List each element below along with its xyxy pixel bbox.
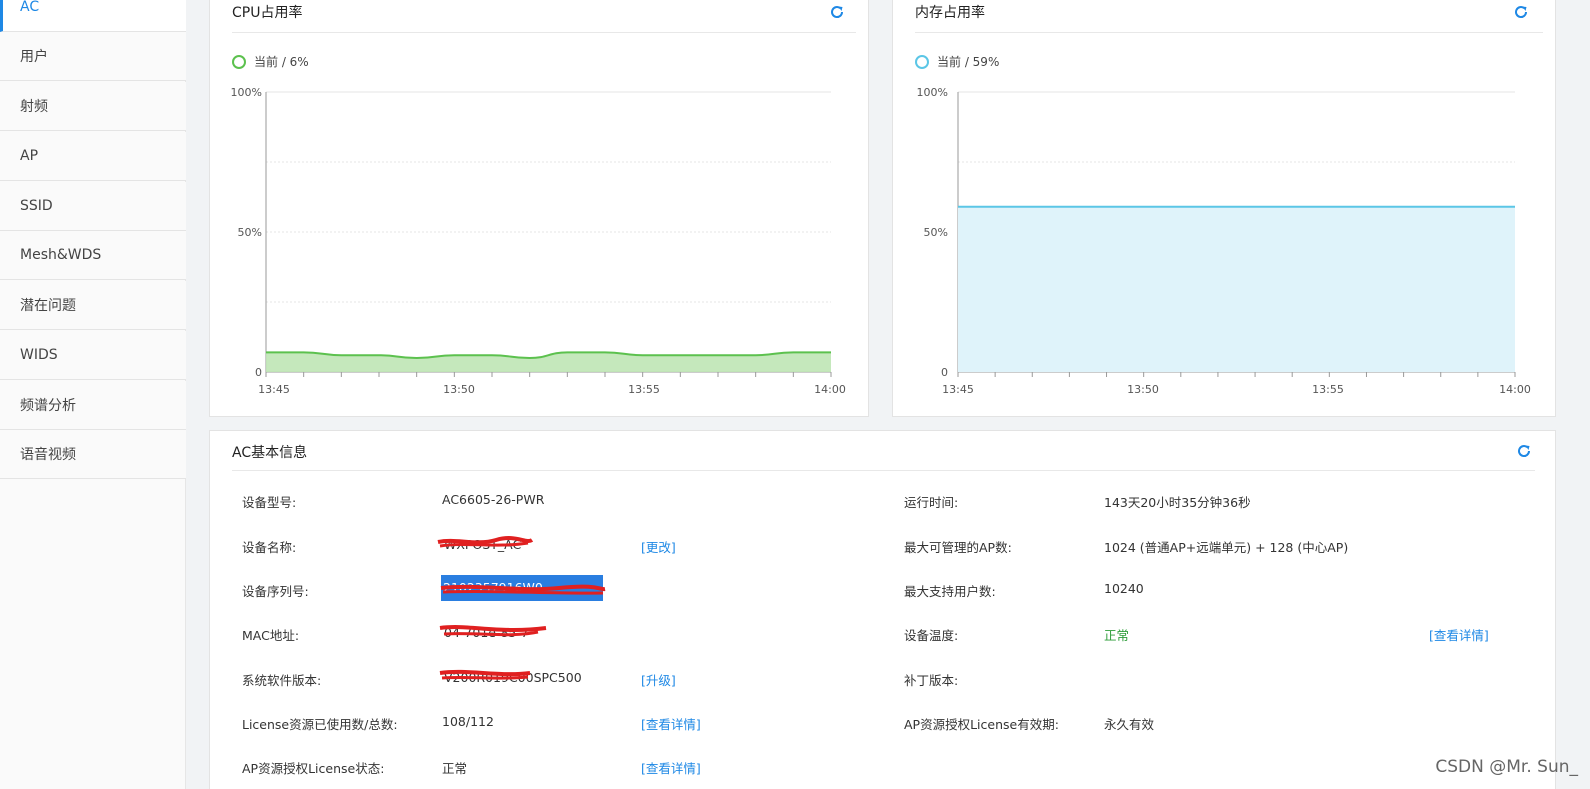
cpu-x-tick: 13:50 xyxy=(443,383,475,396)
sidebar-item-label: Mesh&WDS xyxy=(20,247,102,263)
sidebar-item-label: AP xyxy=(20,148,39,164)
cpu-y-tick: 50% xyxy=(238,226,262,239)
license-usage-value: 108/112 xyxy=(442,714,494,729)
ac-basic-info-panel: AC基本信息 xyxy=(209,430,1556,789)
sidebar-item-spectrum[interactable]: 频谱分析 xyxy=(0,381,186,430)
redaction-scribble xyxy=(440,584,606,595)
sidebar-item-wids[interactable]: WIDS xyxy=(0,331,186,380)
license-usage-details-link[interactable]: [查看详情] xyxy=(641,714,701,733)
redaction-scribble xyxy=(439,625,547,637)
max-ap-label: 最大可管理的AP数: xyxy=(904,540,1012,555)
sidebar-item-label: WIDS xyxy=(20,347,58,363)
memory-x-tick: 13:50 xyxy=(1127,383,1159,396)
sidebar-item-ap[interactable]: AP xyxy=(0,132,186,181)
device-model-value: AC6605-26-PWR xyxy=(442,492,545,507)
device-model-label: 设备型号: xyxy=(242,495,297,510)
basic-info-refresh-icon[interactable] xyxy=(1515,442,1533,460)
basic-info-divider xyxy=(232,470,1535,471)
temperature-label: 设备温度: xyxy=(904,628,959,643)
uptime-label: 运行时间: xyxy=(904,495,959,510)
cpu-x-tick: 14:00 xyxy=(814,383,846,396)
watermark: CSDN @Mr. Sun_ xyxy=(1435,757,1578,777)
license-status-label: AP资源授权License状态: xyxy=(242,761,385,776)
upgrade-link[interactable]: [升级] xyxy=(641,670,676,689)
sidebar: AC 用户 射频 AP SSID Mesh&WDS 潜在问题 WIDS 频谱分析… xyxy=(0,0,186,789)
uptime-value: 143天20小时35分钟36秒 xyxy=(1104,495,1251,510)
memory-chart: 100% 50% 0 13:45 13:50 13:55 14:00 xyxy=(917,86,1531,396)
memory-x-tick: 13:45 xyxy=(942,383,974,396)
temperature-details-link[interactable]: [查看详情] xyxy=(1429,625,1489,644)
license-validity-value: 永久有效 xyxy=(1104,717,1155,732)
temperature-value: 正常 xyxy=(1104,628,1130,643)
sidebar-item-mesh-wds[interactable]: Mesh&WDS xyxy=(0,231,186,280)
sidebar-item-label: 用户 xyxy=(20,49,48,65)
patch-version-label: 补丁版本: xyxy=(904,673,959,688)
sidebar-item-label: 频谱分析 xyxy=(20,398,76,414)
device-name-label: 设备名称: xyxy=(242,540,297,555)
sidebar-item-label: AC xyxy=(20,0,40,15)
memory-x-ticks xyxy=(957,372,1516,377)
memory-x-tick: 14:00 xyxy=(1499,383,1531,396)
cpu-x-tick: 13:45 xyxy=(258,383,290,396)
license-usage-label: License资源已使用数/总数: xyxy=(242,717,398,732)
memory-area xyxy=(958,206,1515,372)
memory-panel: 内存占用率 当前 / 59% 100% 50% 0 13:45 13:50 13… xyxy=(892,0,1556,417)
license-status-details-link[interactable]: [查看详情] xyxy=(641,758,701,777)
memory-y-tick: 100% xyxy=(917,86,948,99)
rename-link[interactable]: [更改] xyxy=(641,537,676,556)
sidebar-item-users[interactable]: 用户 xyxy=(0,32,186,81)
serial-label: 设备序列号: xyxy=(242,584,309,599)
cpu-y-tick: 0 xyxy=(255,366,262,379)
max-users-value: 10240 xyxy=(1104,581,1144,596)
max-ap-value: 1024 (普通AP+远端单元) + 128 (中心AP) xyxy=(1104,540,1349,555)
sidebar-item-radio[interactable]: 射频 xyxy=(0,82,186,131)
memory-y-tick: 0 xyxy=(941,366,948,379)
basic-info-title: AC基本信息 xyxy=(232,445,308,461)
redaction-scribble xyxy=(437,536,534,548)
sidebar-item-ssid[interactable]: SSID xyxy=(0,182,186,231)
cpu-y-tick: 100% xyxy=(231,86,262,99)
license-validity-label: AP资源授权License有效期: xyxy=(904,717,1059,732)
cpu-panel: CPU占用率 当前 / 6% 100% 50% 0 13:45 13:50 13… xyxy=(209,0,869,417)
max-users-label: 最大支持用户数: xyxy=(904,584,996,599)
software-version-label: 系统软件版本: xyxy=(242,673,322,688)
cpu-x-tick: 13:55 xyxy=(628,383,660,396)
mac-label: MAC地址: xyxy=(242,628,300,643)
sidebar-item-label: 潜在问题 xyxy=(20,298,76,314)
license-status-value: 正常 xyxy=(442,761,468,776)
sidebar-item-ac[interactable]: AC xyxy=(0,0,186,32)
sidebar-item-label: 语音视频 xyxy=(20,447,76,463)
cpu-chart: 100% 50% 0 13:45 13:50 13:55 14:00 xyxy=(231,86,846,396)
cpu-x-ticks xyxy=(265,372,832,377)
sidebar-item-voice-video[interactable]: 语音视频 xyxy=(0,430,186,479)
sidebar-item-label: SSID xyxy=(20,198,53,214)
memory-x-tick: 13:55 xyxy=(1312,383,1344,396)
sidebar-item-label: 射频 xyxy=(20,99,48,115)
redaction-scribble xyxy=(439,669,531,680)
sidebar-item-potential-issues[interactable]: 潜在问题 xyxy=(0,281,186,330)
memory-y-tick: 50% xyxy=(924,226,948,239)
